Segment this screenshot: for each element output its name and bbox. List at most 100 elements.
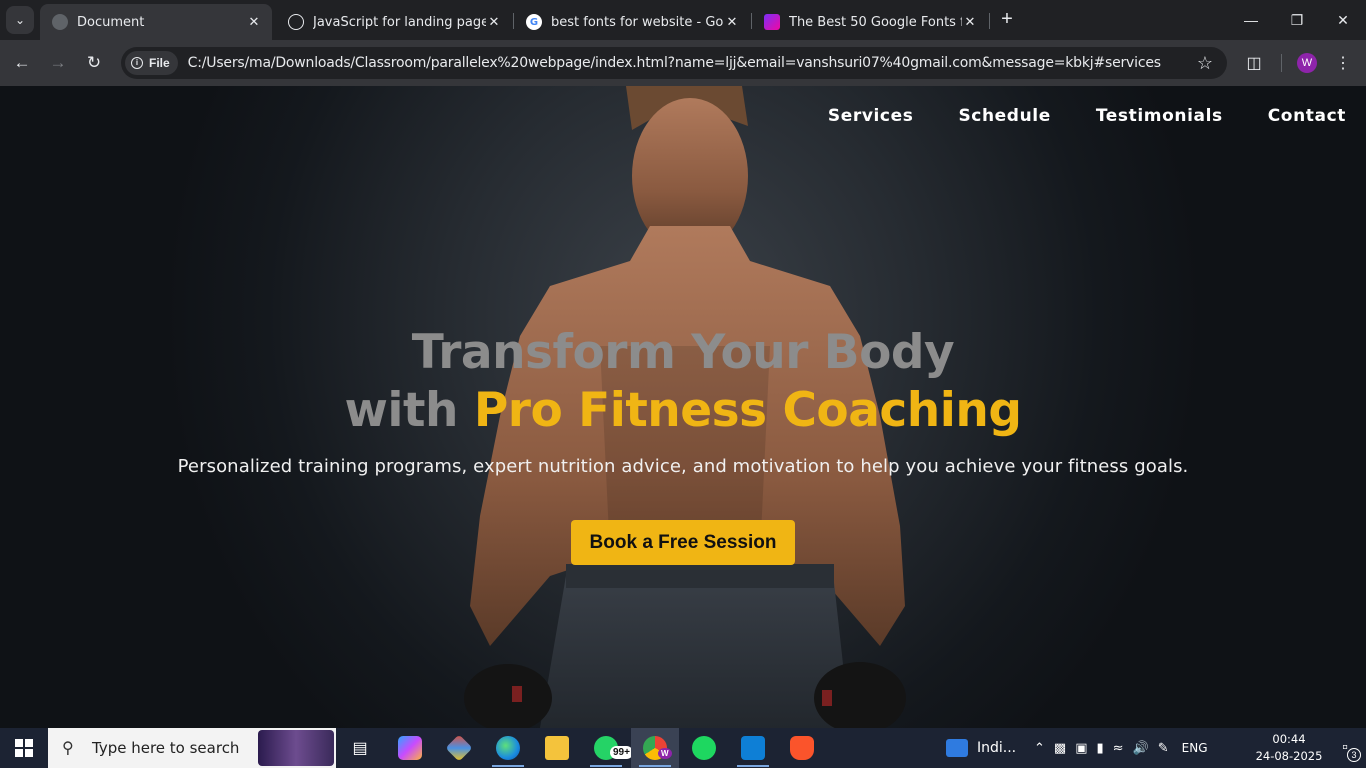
pen-icon[interactable]: ✎: [1158, 741, 1169, 756]
search-placeholder: Type here to search: [92, 739, 240, 757]
nav-link-services[interactable]: Services: [828, 106, 914, 126]
minimize-button[interactable]: —: [1228, 0, 1274, 40]
tab-document[interactable]: Document ✕: [40, 4, 272, 40]
tab-title: Document: [77, 14, 145, 30]
more-vertical-icon: ⋮: [1335, 55, 1351, 72]
display-icon[interactable]: ▣: [1075, 741, 1087, 756]
site-favicon-icon: [764, 14, 780, 30]
puzzle-icon: ◫: [1246, 55, 1262, 72]
close-tab-icon[interactable]: ✕: [962, 15, 978, 30]
web-page-viewport: Services Schedule Testimonials Contact T…: [0, 86, 1366, 728]
extensions-button[interactable]: ◫: [1241, 50, 1267, 76]
chevron-down-icon: ⌄: [14, 13, 26, 27]
book-free-session-button[interactable]: Book a Free Session: [571, 520, 795, 565]
clock[interactable]: 00:44 24-08-2025: [1254, 731, 1324, 765]
wifi-icon[interactable]: ≈: [1113, 741, 1124, 756]
task-view-button[interactable]: ▤: [336, 728, 384, 768]
chevron-up-icon[interactable]: ⌃: [1034, 741, 1045, 756]
restore-button[interactable]: ❐: [1274, 0, 1320, 40]
weather-widget[interactable]: Indi...: [946, 728, 1016, 768]
notification-count: 3: [1347, 748, 1361, 762]
info-icon: i: [131, 57, 143, 69]
spotify-app[interactable]: [680, 728, 728, 768]
hero-headline: Transform Your Body with Pro Fitness Coa…: [0, 324, 1366, 440]
tab-best-fonts[interactable]: G best fonts for website - Google ✕: [514, 4, 750, 40]
git-app[interactable]: [435, 728, 483, 768]
plus-icon: +: [1001, 8, 1013, 30]
file-explorer-app[interactable]: [533, 728, 581, 768]
volume-icon[interactable]: 🔊: [1133, 741, 1149, 756]
meet-now-icon[interactable]: ▩: [1054, 741, 1066, 756]
tab-title: best fonts for website - Google: [551, 14, 724, 30]
reload-button[interactable]: ↻: [80, 49, 108, 77]
nav-link-schedule[interactable]: Schedule: [958, 106, 1050, 126]
arrow-left-icon: ←: [13, 53, 31, 72]
address-bar[interactable]: i File C:/Users/ma/Downloads/Classroom/p…: [121, 47, 1227, 79]
nav-link-testimonials[interactable]: Testimonials: [1096, 106, 1223, 126]
close-window-button[interactable]: ✕: [1320, 0, 1366, 40]
taskbar-search-box[interactable]: ⚲ Type here to search: [48, 728, 336, 768]
url-text[interactable]: C:/Users/ma/Downloads/Classroom/parallel…: [188, 55, 1197, 71]
browser-toolbar: ← → ↻ i File C:/Users/ma/Downloads/Class…: [0, 40, 1366, 86]
headline-highlight: Pro Fitness Coaching: [473, 383, 1022, 438]
hero-subheadline: Personalized training programs, expert n…: [177, 456, 1189, 477]
whatsapp-app[interactable]: 99+: [582, 728, 633, 768]
tab-google-fonts[interactable]: The Best 50 Google Fonts for yo ✕: [752, 4, 988, 40]
close-icon: ✕: [1337, 11, 1349, 28]
task-view-icon: ▤: [352, 740, 368, 757]
brave-icon: [790, 736, 814, 760]
browser-tab-strip: ⌄ Document ✕ JavaScript for landing page…: [0, 0, 1366, 40]
globe-icon: [52, 14, 68, 30]
search-icon: ⚲: [62, 740, 74, 757]
notifications-button[interactable]: ▫ 3: [1324, 728, 1366, 768]
google-icon: G: [526, 14, 542, 30]
forward-button[interactable]: →: [44, 49, 72, 77]
chrome-app[interactable]: W: [631, 728, 679, 768]
battery-icon[interactable]: ▮: [1097, 741, 1104, 756]
close-tab-icon[interactable]: ✕: [246, 15, 262, 30]
site-navigation: Services Schedule Testimonials Contact: [828, 106, 1346, 126]
close-tab-icon[interactable]: ✕: [486, 15, 502, 30]
news-icon: [946, 739, 968, 757]
weather-label: Indi...: [977, 740, 1017, 756]
tab-javascript-landing[interactable]: JavaScript for landing page ✕: [276, 4, 512, 40]
tab-search-button[interactable]: ⌄: [6, 6, 34, 34]
clock-date: 24-08-2025: [1255, 749, 1323, 763]
language-indicator[interactable]: ENG: [1182, 741, 1208, 755]
site-info-chip[interactable]: i File: [125, 51, 178, 75]
brave-app[interactable]: [778, 728, 826, 768]
start-button[interactable]: [0, 728, 48, 768]
chrome-profile-badge: W: [658, 748, 672, 759]
arrow-right-icon: →: [49, 53, 67, 72]
headline-line-1: Transform Your Body: [411, 325, 955, 380]
tab-title: JavaScript for landing page: [313, 14, 486, 30]
windows-logo-icon: [15, 739, 33, 757]
close-tab-icon[interactable]: ✕: [724, 15, 740, 30]
site-info-label: File: [149, 56, 170, 70]
copilot-app[interactable]: [386, 728, 434, 768]
restore-icon: ❐: [1290, 11, 1304, 28]
reload-icon: ↻: [86, 53, 102, 72]
folder-icon: [545, 736, 569, 760]
spotify-icon: [692, 736, 716, 760]
minimize-icon: —: [1244, 12, 1258, 28]
clock-time: 00:44: [1272, 732, 1306, 746]
whatsapp-badge: 99+: [610, 746, 633, 759]
tab-title: The Best 50 Google Fonts for yo: [789, 14, 962, 30]
vscode-app[interactable]: [729, 728, 777, 768]
edge-icon: [496, 736, 520, 760]
tab-separator: [989, 13, 990, 29]
headline-with: with: [344, 383, 474, 438]
git-icon: [445, 734, 473, 762]
bookmark-star-icon[interactable]: ☆: [1197, 53, 1213, 74]
nav-link-contact[interactable]: Contact: [1268, 106, 1346, 126]
vscode-icon: [741, 736, 765, 760]
edge-app[interactable]: [484, 728, 532, 768]
profile-avatar[interactable]: W: [1297, 53, 1317, 73]
toolbar-separator: [1281, 54, 1282, 72]
new-tab-button[interactable]: +: [996, 9, 1018, 31]
back-button[interactable]: ←: [8, 49, 36, 77]
windows-taskbar: ⚲ Type here to search ▤ 99+ W Indi... ⌃ …: [0, 728, 1366, 768]
search-highlight-image: [258, 730, 334, 766]
menu-button[interactable]: ⋮: [1330, 50, 1356, 76]
